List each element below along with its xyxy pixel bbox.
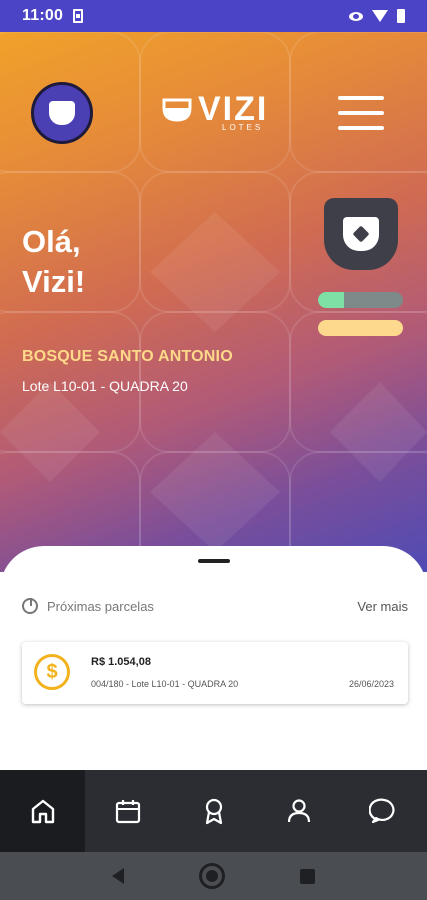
user-icon — [287, 799, 311, 823]
menu-line — [338, 111, 384, 115]
installments-title-group: Próximas parcelas — [22, 598, 154, 614]
back-icon[interactable] — [112, 868, 125, 884]
installment-description: 004/180 - Lote L10-01 - QUADRA 20 — [91, 679, 239, 689]
wifi-icon — [372, 10, 388, 22]
eye-icon — [349, 11, 363, 21]
progress-bar — [318, 292, 403, 308]
shield-icon — [49, 101, 75, 125]
badge-shield — [343, 217, 379, 251]
greeting-line-2: Vizi! — [22, 264, 86, 299]
system-nav-bar — [0, 852, 427, 900]
shield-badge-icon — [324, 198, 398, 270]
status-time: 11:00 — [22, 7, 64, 24]
greeting-line-1: Olá, — [22, 224, 81, 259]
logo-mark-icon — [162, 98, 192, 122]
installments-header: Próximas parcelas Ver mais — [22, 598, 408, 614]
sim-card-icon — [73, 9, 84, 23]
battery-icon — [397, 9, 405, 23]
menu-line — [338, 126, 384, 130]
recent-apps-icon[interactable] — [299, 868, 315, 884]
progress-fill — [318, 292, 344, 308]
installment-card[interactable]: $ R$ 1.054,08 004/180 - Lote L10-01 - QU… — [22, 642, 408, 704]
status-bar: 11:00 — [0, 0, 427, 32]
greeting: Olá, Vizi! — [22, 222, 85, 302]
installment-date: 26/06/2023 — [348, 679, 394, 689]
chat-icon — [369, 798, 395, 824]
property-lot: Lote L10-01 - QUADRA 20 — [22, 378, 188, 394]
hamburger-menu-icon[interactable] — [338, 96, 384, 130]
tab-chat[interactable] — [342, 770, 427, 852]
menu-line — [338, 96, 384, 100]
pie-chart-icon — [22, 598, 38, 614]
dollar-coin-icon: $ — [34, 654, 70, 690]
bottom-sheet: Próximas parcelas Ver mais $ R$ 1.054,08… — [0, 546, 427, 770]
sheet-handle[interactable] — [198, 559, 230, 563]
status-right — [349, 9, 405, 23]
home-nav-icon[interactable] — [198, 863, 225, 889]
status-left: 11:00 — [22, 7, 84, 25]
installments-title: Próximas parcelas — [47, 598, 154, 614]
calendar-icon — [116, 800, 141, 824]
see-more-link[interactable]: Ver mais — [357, 599, 408, 614]
bottom-tab-bar — [0, 770, 427, 852]
home-icon — [31, 799, 54, 824]
progress-bar-secondary — [318, 320, 403, 336]
property-name: BOSQUE SANTO ANTONIO — [22, 348, 233, 365]
tab-profile[interactable] — [256, 770, 341, 852]
avatar[interactable] — [31, 82, 93, 144]
logo-subtext: LOTES — [222, 123, 264, 132]
award-icon — [205, 798, 222, 825]
badge-diamond — [352, 225, 370, 243]
installment-amount: R$ 1.054,08 — [91, 656, 151, 668]
tab-calendar[interactable] — [85, 770, 170, 852]
hero-banner: VIZI LOTES Olá, Vizi! BOSQUE SANTO ANTON… — [0, 32, 427, 572]
tab-home[interactable] — [0, 770, 86, 852]
vizi-logo: VIZI LOTES — [160, 90, 270, 134]
tab-award[interactable] — [171, 770, 256, 852]
